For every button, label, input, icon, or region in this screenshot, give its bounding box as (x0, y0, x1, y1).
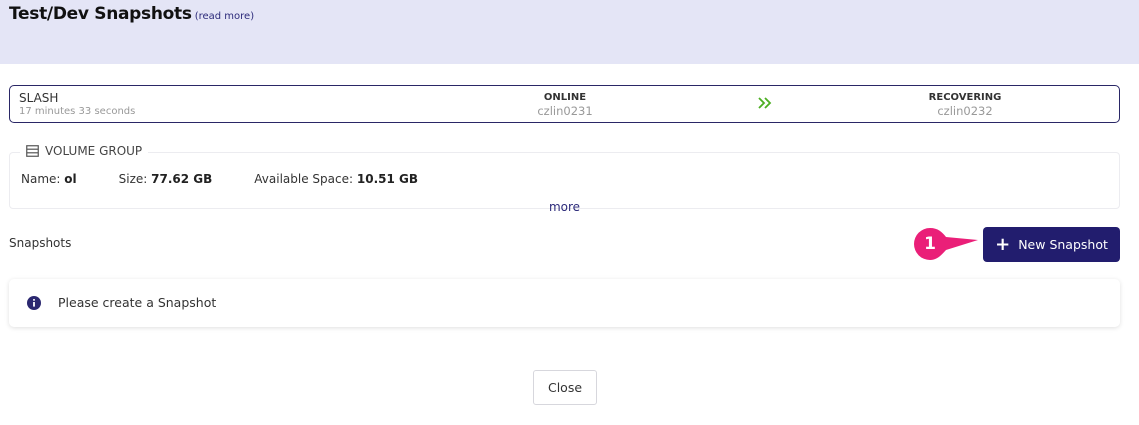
source-host: czlin0231 (537, 104, 593, 118)
replication-status-bar: SLASH 17 minutes 33 seconds ONLINE czlin… (9, 85, 1120, 123)
vg-name-label: Name: (21, 172, 61, 186)
vg-available-value: 10.51 GB (356, 172, 419, 186)
vg-available-label: Available Space: (254, 172, 354, 186)
status-elapsed-time: 17 minutes 33 seconds (19, 106, 136, 117)
volume-group-title: VOLUME GROUP (45, 144, 143, 158)
target-node: RECOVERING czlin0232 (900, 92, 1030, 118)
double-chevron-right-icon (758, 97, 772, 109)
vg-size-stat: Size: 77.62 GB (119, 172, 213, 186)
volume-group-panel: VOLUME GROUP Name: ol Size: 77.62 GB Ava… (9, 144, 1120, 214)
info-icon (27, 296, 41, 310)
status-name: SLASH (19, 91, 59, 105)
new-snapshot-label: New Snapshot (1018, 237, 1108, 252)
read-more-link[interactable]: (read more) (195, 11, 254, 22)
vg-name-stat: Name: ol (21, 172, 77, 186)
target-status: RECOVERING (928, 92, 1002, 103)
vg-available-stat: Available Space: 10.51 GB (254, 172, 418, 186)
new-snapshot-button[interactable]: + New Snapshot (983, 227, 1120, 262)
empty-message: Please create a Snapshot (58, 295, 217, 310)
vg-size-value: 77.62 GB (151, 172, 213, 186)
storage-icon (26, 145, 39, 157)
close-button[interactable]: Close (533, 370, 597, 405)
vg-name-value: ol (64, 172, 77, 186)
page-header: Test/Dev Snapshots (read more) (0, 0, 1139, 64)
page-title: Test/Dev Snapshots (read more) (9, 4, 254, 24)
callout-number: 1 (924, 234, 936, 254)
source-node: ONLINE czlin0231 (500, 92, 630, 118)
volume-group-legend: VOLUME GROUP (20, 144, 149, 158)
target-host: czlin0232 (937, 104, 993, 118)
source-status: ONLINE (543, 92, 587, 103)
volume-group-stats: Name: ol Size: 77.62 GB Available Space:… (21, 172, 460, 186)
snapshots-section-label: Snapshots (9, 236, 72, 250)
page-title-text: Test/Dev Snapshots (9, 4, 192, 24)
empty-snapshots-notice: Please create a Snapshot (9, 279, 1120, 327)
plus-icon: + (995, 233, 1011, 255)
more-link[interactable]: more (10, 200, 1119, 214)
vg-size-label: Size: (118, 172, 148, 186)
